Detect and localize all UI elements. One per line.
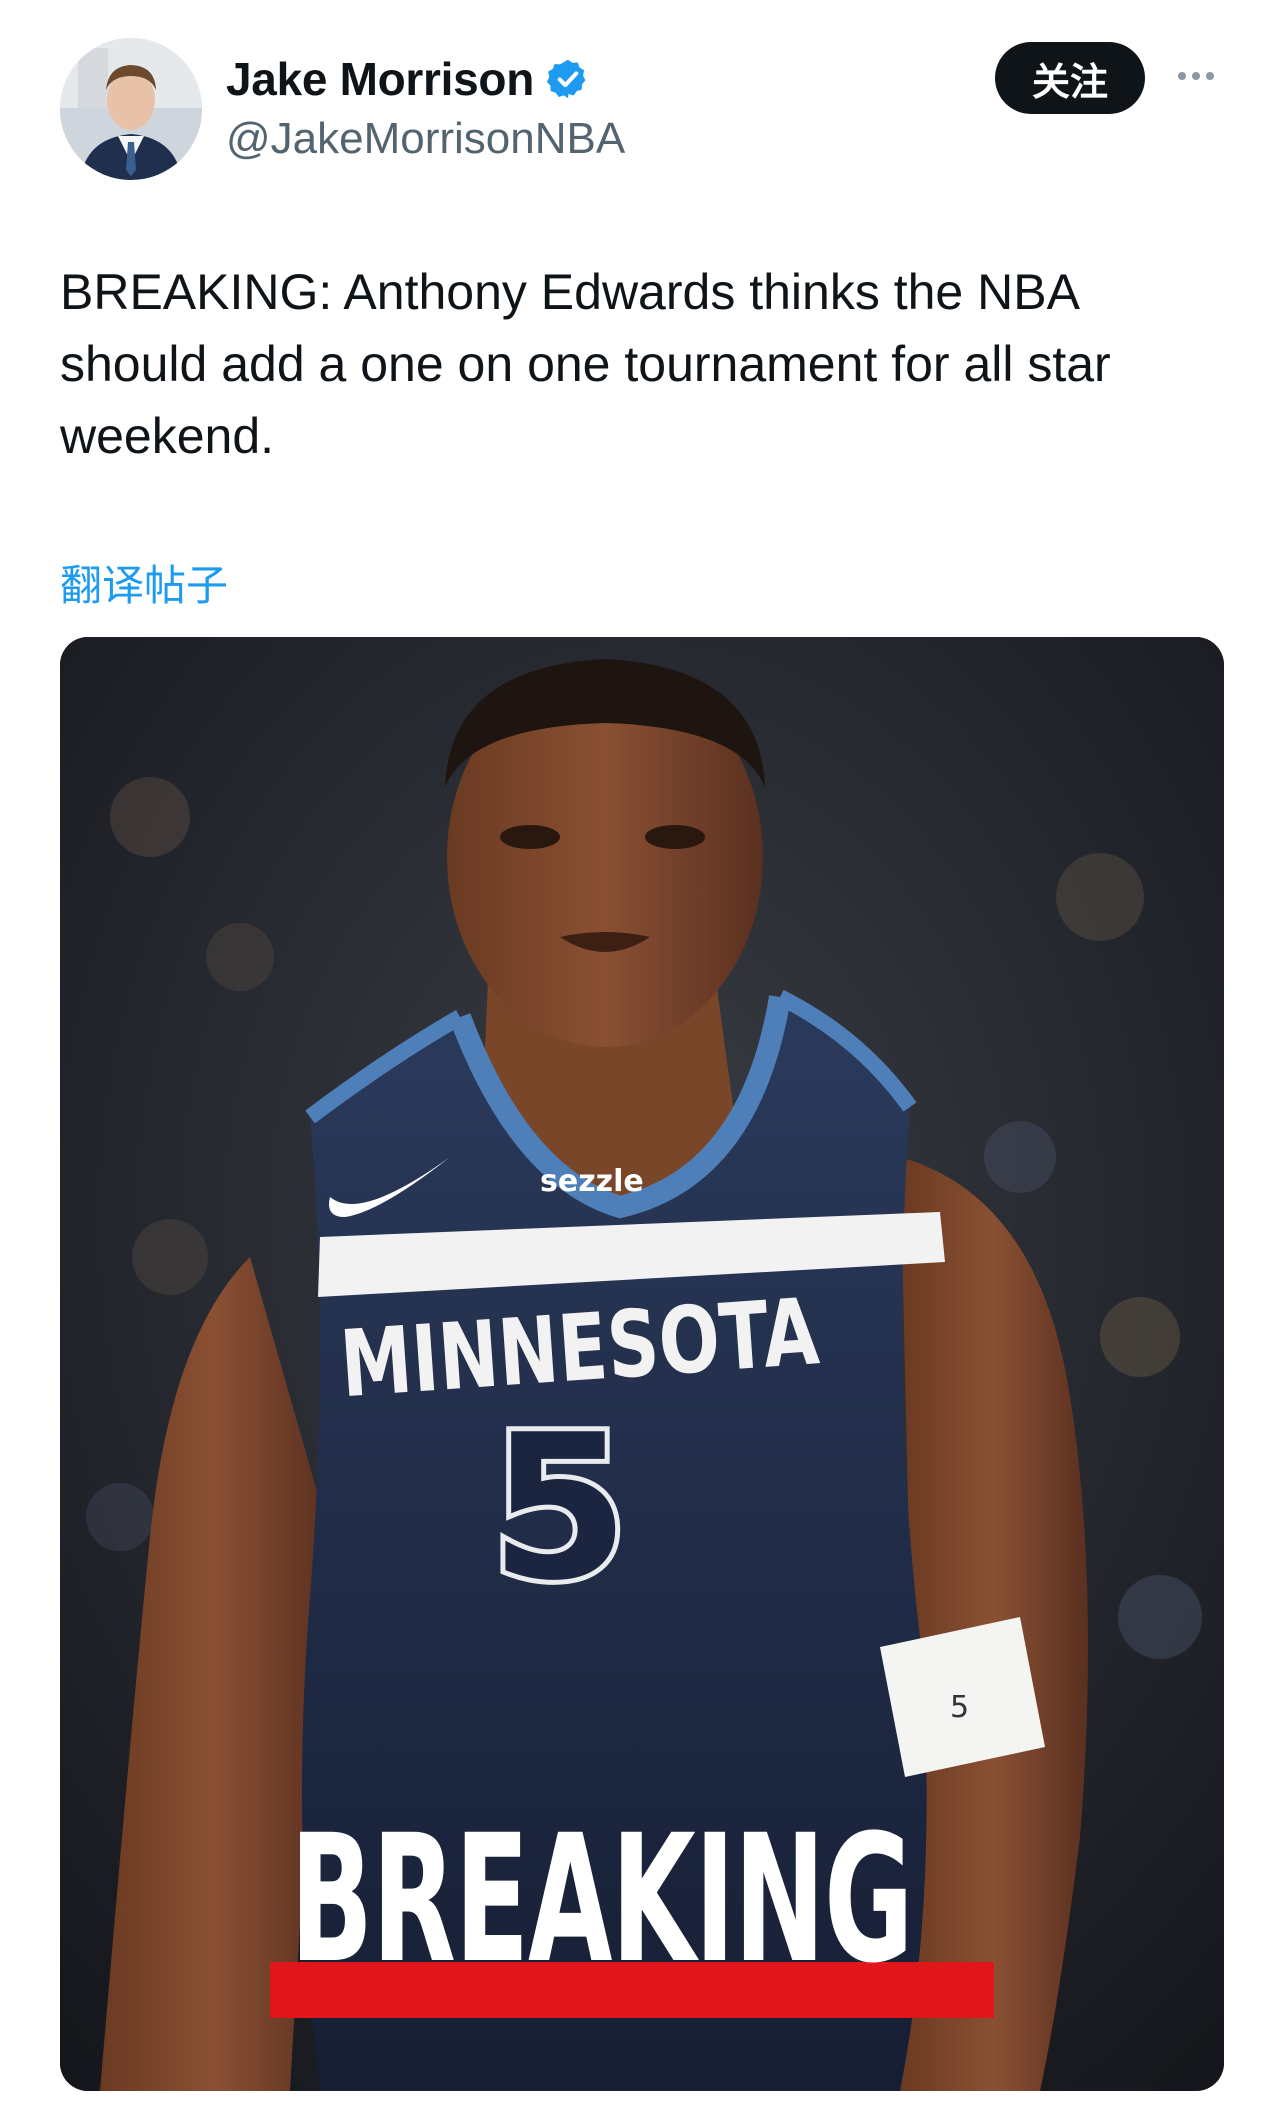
- tweet-media-image[interactable]: sezzle MINNESOTA 5 5 BREAKING: [60, 637, 1224, 2091]
- jersey-sponsor: sezzle: [540, 1164, 644, 1199]
- tweet-card: Jake Morrison @JakeMorrisonNBA 关注 BREAKI…: [0, 0, 1284, 2102]
- more-options-button[interactable]: [1168, 58, 1224, 94]
- author-name-row[interactable]: Jake Morrison: [226, 52, 590, 106]
- breaking-banner-text: BREAKING: [290, 1797, 914, 2002]
- author-name[interactable]: Jake Morrison: [226, 52, 534, 106]
- tweet-text: BREAKING: Anthony Edwards thinks the NBA…: [60, 264, 1111, 464]
- wristband-number: 5: [950, 1690, 969, 1725]
- avatar-photo: [60, 38, 202, 180]
- translate-post-link[interactable]: 翻译帖子: [60, 552, 228, 613]
- follow-button[interactable]: 关注: [995, 42, 1145, 114]
- jersey-number: 5: [490, 1392, 629, 1625]
- author-avatar[interactable]: [60, 38, 202, 180]
- breaking-banner: BREAKING: [270, 1797, 1010, 2018]
- verified-badge-icon: [546, 59, 586, 99]
- more-horizontal-icon: [1178, 72, 1214, 80]
- author-handle[interactable]: @JakeMorrisonNBA: [226, 114, 625, 164]
